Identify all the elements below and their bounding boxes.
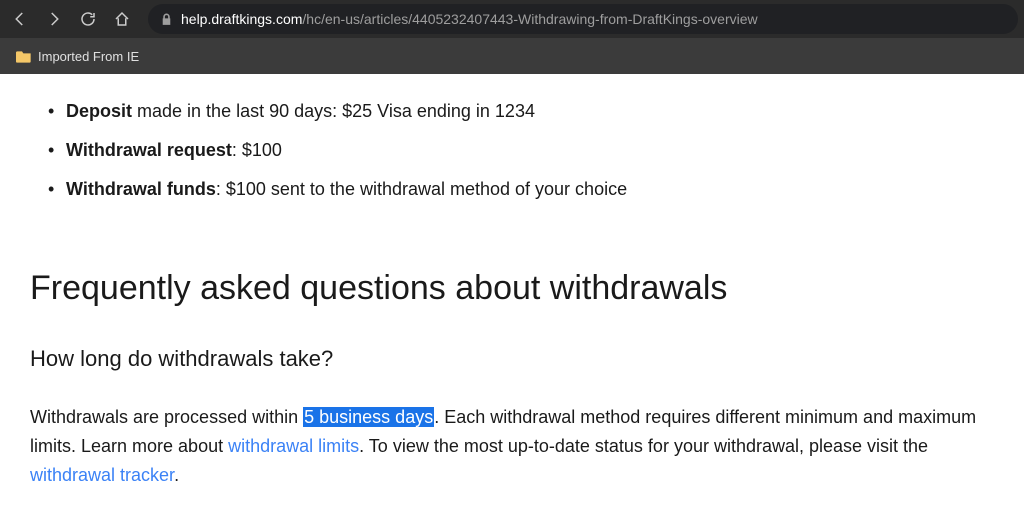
faq-question: How long do withdrawals take? (30, 342, 994, 375)
browser-toolbar: help.draftkings.com/hc/en-us/articles/44… (0, 0, 1024, 38)
url-path: /hc/en-us/articles/4405232407443-Withdra… (302, 11, 757, 27)
list-item: Deposit made in the last 90 days: $25 Vi… (48, 98, 994, 125)
highlighted-text: 5 business days (303, 407, 434, 427)
faq-heading: Frequently asked questions about withdra… (30, 263, 994, 314)
url-domain: help.draftkings.com (181, 11, 302, 27)
reload-button[interactable] (74, 5, 102, 33)
forward-button[interactable] (40, 5, 68, 33)
bookmark-label: Imported From IE (38, 49, 139, 64)
page-content: Deposit made in the last 90 days: $25 Vi… (0, 74, 1024, 489)
bookmarks-bar: Imported From IE (0, 38, 1024, 74)
faq-answer: Withdrawals are processed within 5 busin… (30, 403, 994, 489)
list-item: Withdrawal funds: $100 sent to the withd… (48, 176, 994, 203)
list-item: Withdrawal request: $100 (48, 137, 994, 164)
address-bar[interactable]: help.draftkings.com/hc/en-us/articles/44… (148, 4, 1018, 34)
home-button[interactable] (108, 5, 136, 33)
folder-icon (16, 49, 32, 63)
bookmark-imported-from-ie[interactable]: Imported From IE (10, 45, 145, 68)
back-button[interactable] (6, 5, 34, 33)
example-list: Deposit made in the last 90 days: $25 Vi… (30, 98, 994, 203)
withdrawal-tracker-link[interactable]: withdrawal tracker (30, 465, 174, 485)
lock-icon (160, 13, 173, 26)
withdrawal-limits-link[interactable]: withdrawal limits (228, 436, 359, 456)
